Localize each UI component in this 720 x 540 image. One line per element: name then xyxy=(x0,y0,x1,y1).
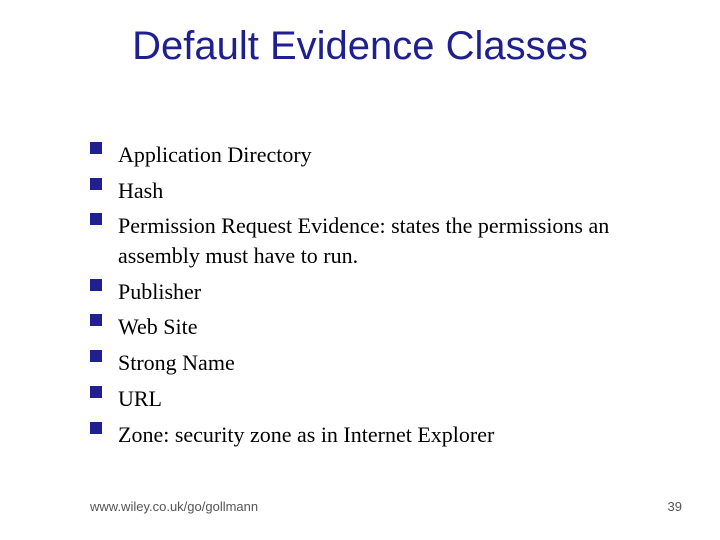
list-item: Application Directory xyxy=(90,140,660,170)
bullet-list: Application Directory Hash Permission Re… xyxy=(90,140,660,449)
list-item-text: Permission Request Evidence: states the … xyxy=(118,213,609,268)
list-item: Strong Name xyxy=(90,348,660,378)
list-item-text: Zone: security zone as in Internet Explo… xyxy=(118,422,494,447)
list-item: URL xyxy=(90,384,660,414)
list-item-text: URL xyxy=(118,386,162,411)
list-item-text: Web Site xyxy=(118,314,198,339)
list-item: Hash xyxy=(90,176,660,206)
square-bullet-icon xyxy=(90,314,102,326)
list-item-text: Publisher xyxy=(118,279,201,304)
list-item: Permission Request Evidence: states the … xyxy=(90,211,660,270)
slide-body: Application Directory Hash Permission Re… xyxy=(90,140,660,455)
square-bullet-icon xyxy=(90,422,102,434)
list-item: Zone: security zone as in Internet Explo… xyxy=(90,420,660,450)
list-item: Web Site xyxy=(90,312,660,342)
square-bullet-icon xyxy=(90,178,102,190)
slide: Default Evidence Classes Application Dir… xyxy=(0,0,720,540)
square-bullet-icon xyxy=(90,350,102,362)
square-bullet-icon xyxy=(90,142,102,154)
list-item-text: Strong Name xyxy=(118,350,235,375)
list-item-text: Application Directory xyxy=(118,142,312,167)
list-item-text: Hash xyxy=(118,178,163,203)
slide-number: 39 xyxy=(668,499,682,514)
square-bullet-icon xyxy=(90,279,102,291)
square-bullet-icon xyxy=(90,213,102,225)
list-item: Publisher xyxy=(90,277,660,307)
square-bullet-icon xyxy=(90,386,102,398)
slide-title: Default Evidence Classes xyxy=(0,24,720,69)
footer-url: www.wiley.co.uk/go/gollmann xyxy=(90,499,258,514)
